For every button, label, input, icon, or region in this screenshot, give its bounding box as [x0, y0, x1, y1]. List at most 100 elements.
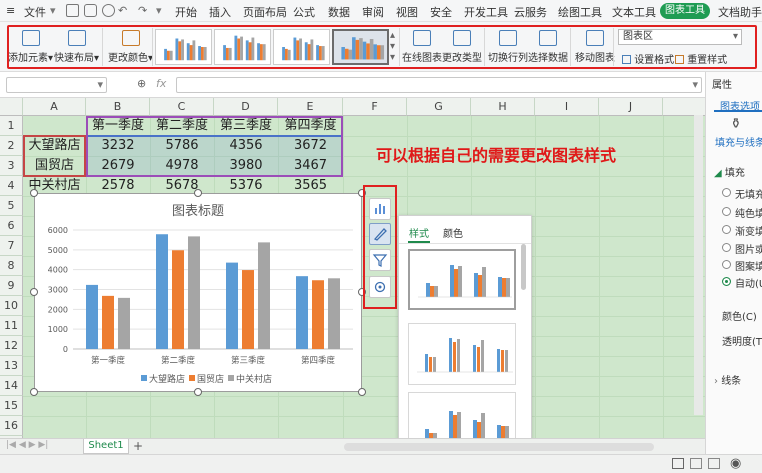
menu-tab-developer[interactable]: 开发工具 [464, 4, 508, 20]
chart-bar[interactable] [102, 295, 114, 349]
normal-view-icon[interactable] [672, 458, 684, 469]
column-header-c[interactable]: C [150, 98, 214, 116]
radio-gradient-fill[interactable] [722, 225, 731, 234]
column-header-k[interactable] [663, 98, 705, 116]
menu-tab-chart-tools[interactable]: 图表工具 [660, 3, 710, 19]
table-header-cell[interactable]: 第四季度 [278, 116, 343, 136]
menu-tab-home[interactable]: 开始 [175, 4, 197, 20]
style-option-2[interactable] [408, 323, 516, 385]
fill-bucket-icon[interactable]: ⚱ [730, 116, 742, 132]
row-header-5[interactable]: 5 [0, 196, 23, 216]
vertical-scrollbar[interactable] [694, 115, 703, 415]
preview-icon[interactable] [102, 4, 115, 17]
save-icon[interactable] [66, 4, 79, 17]
print-icon[interactable] [84, 4, 97, 17]
chart-bar[interactable] [172, 250, 184, 349]
table-header-cell[interactable]: 第一季度 [86, 116, 150, 136]
table-cell[interactable]: 2679 [86, 156, 150, 176]
resize-handle[interactable] [194, 388, 202, 396]
row-header-7[interactable]: 7 [0, 236, 23, 256]
redo-icon[interactable]: ↷ [138, 4, 147, 17]
legend-label[interactable]: 大望路店 [149, 373, 185, 385]
menu-tab-view[interactable]: 视图 [396, 4, 418, 20]
row-header-15[interactable]: 15 [0, 396, 23, 416]
row-header-11[interactable]: 11 [0, 316, 23, 336]
chart-bar[interactable] [328, 278, 340, 349]
legend-label[interactable]: 国贸店 [197, 373, 224, 385]
row-header-14[interactable]: 14 [0, 376, 23, 396]
menu-tab-data[interactable]: 数据 [328, 4, 350, 20]
chart-bar[interactable] [242, 270, 254, 349]
row-header-10[interactable]: 10 [0, 296, 23, 316]
chart-bar[interactable] [188, 236, 200, 349]
radio-pattern-fill[interactable] [722, 260, 731, 269]
menu-tab-security[interactable]: 安全 [430, 4, 452, 20]
row-header-2[interactable]: 2 [0, 136, 23, 156]
sheet-tab-sheet1[interactable]: Sheet1 [83, 439, 129, 454]
resize-handle[interactable] [30, 388, 38, 396]
resize-handle[interactable] [30, 288, 38, 296]
row-header-9[interactable]: 9 [0, 276, 23, 296]
chart-settings-button[interactable] [369, 276, 391, 298]
column-header-h[interactable]: H [471, 98, 535, 116]
table-cell[interactable]: 5786 [150, 136, 214, 156]
style-option-1[interactable] [408, 249, 516, 310]
zoom-icon[interactable]: ⊕ [137, 77, 146, 90]
radio-no-fill[interactable] [722, 188, 731, 197]
name-box[interactable]: ▾ [6, 77, 107, 93]
more-icon[interactable]: ▾ [156, 4, 162, 17]
horizontal-scrollbar[interactable] [344, 443, 654, 451]
table-row-label[interactable]: 大望路店 [23, 136, 86, 156]
radio-picture-fill[interactable] [722, 243, 731, 252]
chart-bar[interactable] [258, 242, 270, 349]
table-cell[interactable]: 4356 [214, 136, 278, 156]
column-header-b[interactable]: B [86, 98, 150, 116]
eye-protection-icon[interactable]: ◉ [730, 456, 741, 471]
fx-icon[interactable]: fx [156, 77, 166, 90]
table-cell[interactable]: 3980 [214, 156, 278, 176]
menu-tab-insert[interactable]: 插入 [209, 4, 231, 20]
resize-handle[interactable] [194, 189, 202, 197]
row-header-12[interactable]: 12 [0, 336, 23, 356]
sheet-nav-icons[interactable]: |◀ ◀ ▶ ▶| [6, 440, 48, 450]
chart-bar[interactable] [118, 297, 130, 349]
table-header-cell[interactable]: 第三季度 [214, 116, 278, 136]
row-header-6[interactable]: 6 [0, 216, 23, 236]
table-cell[interactable]: 3672 [278, 136, 343, 156]
pane-section-fill-line[interactable]: 填充与线条 [715, 134, 762, 149]
formula-input[interactable]: ▾ [176, 77, 702, 93]
column-header-a[interactable]: A [23, 98, 86, 116]
column-header-d[interactable]: D [214, 98, 278, 116]
line-section-header[interactable]: › 线条 [714, 372, 741, 387]
chart-filter-button[interactable] [369, 249, 391, 271]
radio-solid-fill[interactable] [722, 207, 731, 216]
menu-tab-page-layout[interactable]: 页面布局 [243, 4, 287, 20]
radio-auto-fill[interactable] [722, 277, 731, 286]
table-cell[interactable]: 3467 [278, 156, 343, 176]
chart-elements-button[interactable] [369, 198, 391, 220]
chart-bar[interactable] [296, 276, 308, 349]
popup-tab-style[interactable]: 样式 [409, 225, 429, 240]
popup-tab-color[interactable]: 颜色 [443, 225, 463, 240]
page-layout-icon[interactable] [690, 458, 702, 469]
column-header-e[interactable]: E [278, 98, 343, 116]
column-header-g[interactable]: G [407, 98, 471, 116]
row-header-1[interactable]: 1 [0, 116, 23, 136]
row-header-13[interactable]: 13 [0, 356, 23, 376]
chart-bar[interactable] [312, 280, 324, 349]
undo-icon[interactable]: ↶ [118, 4, 127, 17]
row-header-3[interactable]: 3 [0, 156, 23, 176]
chart-title[interactable]: 图表标题 [172, 204, 224, 219]
add-sheet-button[interactable]: + [133, 439, 143, 453]
popup-scrollbar[interactable] [521, 244, 526, 290]
legend-label[interactable]: 中关村店 [236, 373, 272, 385]
menu-tab-text-tools[interactable]: 文本工具 [612, 4, 656, 20]
menu-tab-doc-assistant[interactable]: 文档助手 [718, 4, 762, 20]
menu-tab-formula[interactable]: 公式 [293, 4, 315, 20]
chart-bar[interactable] [226, 262, 238, 349]
menu-tab-cloud[interactable]: 云服务 [514, 4, 547, 20]
resize-handle[interactable] [30, 189, 38, 197]
table-header-cell[interactable]: 第二季度 [150, 116, 214, 136]
menu-file[interactable]: 文件 [24, 4, 46, 20]
page-break-icon[interactable] [708, 458, 720, 469]
